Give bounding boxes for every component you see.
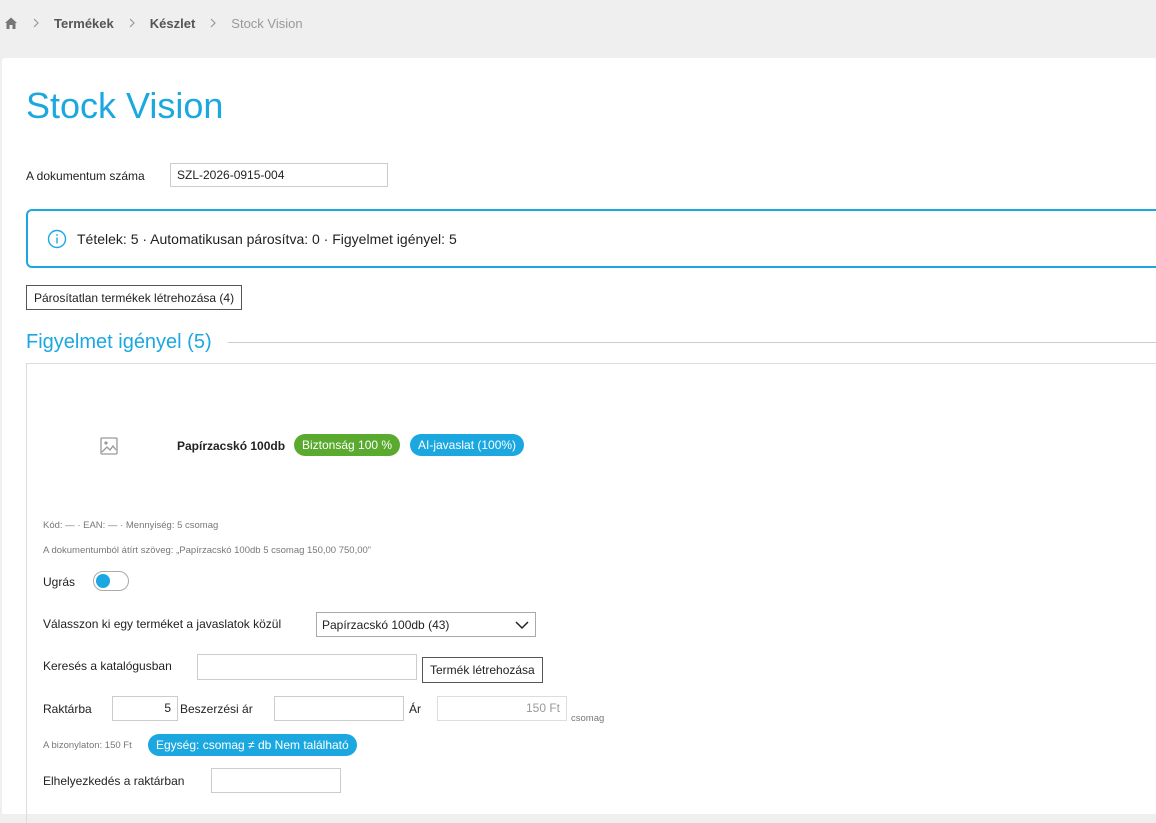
price-input[interactable]: 150 Ft <box>437 696 567 721</box>
item-source-text: A dokumentumból átírt szöveg: „Papírzacs… <box>43 545 371 556</box>
stock-quantity-input[interactable]: 5 <box>112 696 178 721</box>
skip-label: Ugrás <box>43 575 76 589</box>
breadcrumb: Termékek Készlet Stock Vision <box>0 0 1156 46</box>
confidence-badge: Biztonság 100 % <box>294 434 401 456</box>
skip-toggle[interactable] <box>93 571 129 591</box>
info-icon <box>47 229 67 249</box>
unit-label: csomag <box>571 713 605 724</box>
create-unmatched-products-button[interactable]: Párosítatlan termékek létrehozása (4) <box>26 285 243 310</box>
location-label: Elhelyezkedés a raktárban <box>43 774 185 788</box>
breadcrumb-item-inventory[interactable]: Készlet <box>150 16 196 31</box>
page-title: Stock Vision <box>26 85 224 126</box>
chevron-right-icon <box>128 18 136 28</box>
catalog-search-input[interactable] <box>197 654 417 680</box>
suggestion-selected-value: Papírzacskó 100db (43) <box>322 617 450 632</box>
image-placeholder-icon <box>99 436 119 456</box>
toggle-knob <box>96 574 110 588</box>
product-name: Papírzacskó 100db <box>177 439 286 453</box>
document-price: A bizonylaton: 150 Ft <box>43 740 132 751</box>
doc-number-label: A dokumentum száma <box>26 169 145 183</box>
main-panel: Stock Vision A dokumentum száma SZL-2026… <box>2 58 1156 823</box>
breadcrumb-item-products[interactable]: Termékek <box>54 16 114 31</box>
catalog-search-label: Keresés a katalógusban <box>43 659 172 673</box>
breadcrumb-current: Stock Vision <box>231 15 303 31</box>
stock-label: Raktárba <box>43 702 92 716</box>
ai-suggestion-badge: AI-javaslat (100%) <box>410 434 525 456</box>
section-divider <box>227 341 1156 343</box>
unit-mismatch-badge: Egység: csomag ≠ db Nem található <box>148 734 357 756</box>
suggestion-label: Válasszon ki egy terméket a javaslatok k… <box>43 617 282 631</box>
chevron-right-icon <box>32 18 40 28</box>
chevron-down-icon <box>515 619 529 631</box>
item-meta: Kód: — · EAN: — · Mennyiség: 5 csomag <box>43 520 219 531</box>
location-input[interactable] <box>211 768 341 793</box>
price-label: Ár <box>409 702 421 716</box>
info-text: Tételek: 5 · Automatikusan párosítva: 0 … <box>77 230 457 247</box>
info-banner: Tételek: 5 · Automatikusan párosítva: 0 … <box>26 209 1156 268</box>
suggestion-select[interactable]: Papírzacskó 100db (43) <box>316 612 536 637</box>
cost-label: Beszerzési ár <box>180 702 253 716</box>
item-card: Papírzacskó 100db Biztonság 100 % AI-jav… <box>26 363 1156 823</box>
doc-number-input[interactable]: SZL-2026-0915-004 <box>170 163 388 187</box>
home-icon[interactable] <box>4 16 18 30</box>
create-product-button[interactable]: Termék létrehozása <box>422 657 543 683</box>
chevron-right-icon <box>209 18 217 28</box>
section-header: Figyelmet igényel (5) <box>26 328 1156 356</box>
cost-price-input[interactable] <box>274 696 404 721</box>
section-title: Figyelmet igényel (5) <box>26 330 212 353</box>
